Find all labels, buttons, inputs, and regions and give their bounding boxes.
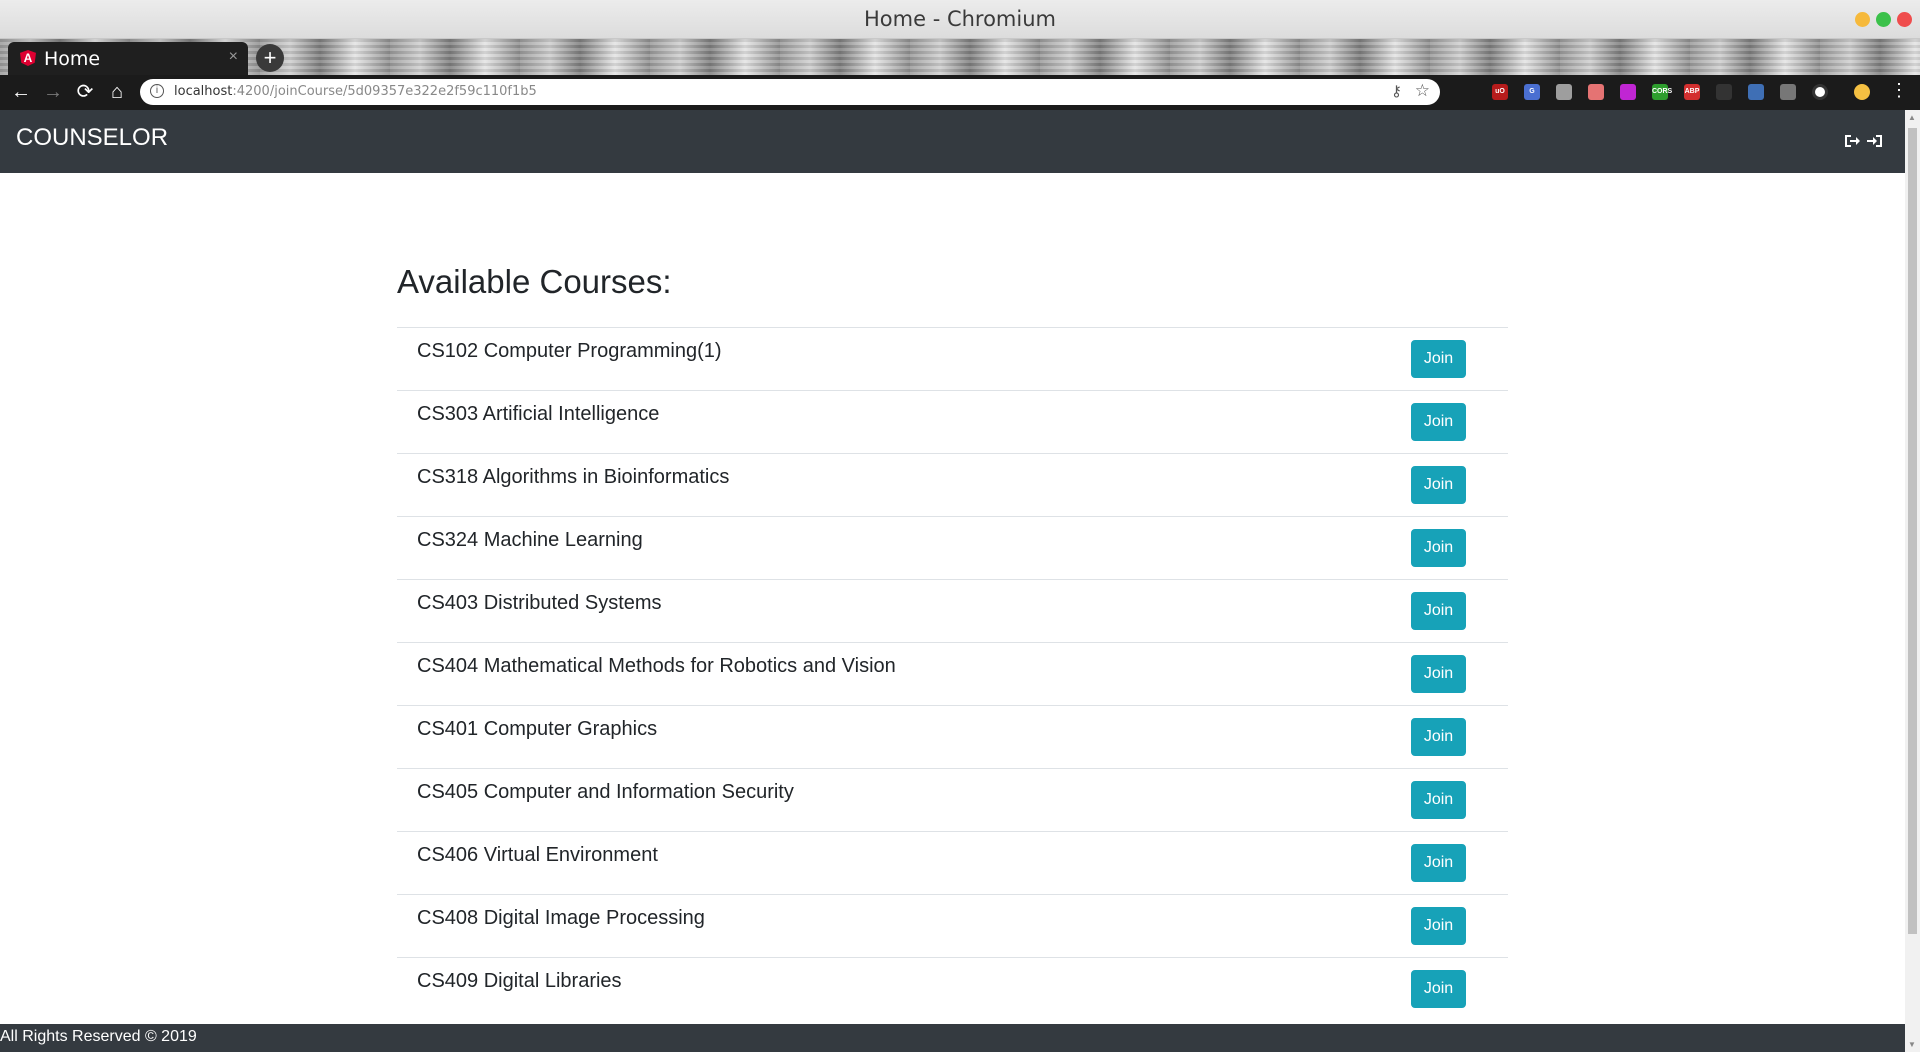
page-viewport: COUNSELOR Available Courses: CS102 Compu…	[0, 110, 1905, 1052]
download-extension-icon[interactable]	[1780, 84, 1796, 100]
join-course-button[interactable]: Join	[1411, 970, 1466, 1008]
course-name: CS403 Distributed Systems	[417, 592, 662, 614]
plus-extension-icon[interactable]	[1748, 84, 1764, 100]
join-course-button[interactable]: Join	[1411, 844, 1466, 882]
page-scrollbar[interactable]: ▲ ▼	[1905, 110, 1920, 1052]
translate-extension-icon[interactable]: G	[1524, 84, 1540, 100]
chrome-extension-icon[interactable]	[1812, 84, 1828, 100]
reload-button[interactable]: ⟳	[72, 79, 98, 105]
scroll-down-arrow-icon[interactable]: ▼	[1908, 1040, 1916, 1049]
close-window-button[interactable]	[1897, 12, 1912, 27]
join-course-button[interactable]: Join	[1411, 655, 1466, 693]
address-bar[interactable]: i localhost:4200/joinCourse/5d09357e322e…	[140, 79, 1440, 105]
home-button[interactable]: ⌂	[104, 79, 130, 105]
course-row: CS408 Digital Image Processing Join	[397, 894, 1508, 957]
course-row: CS303 Artificial Intelligence Join	[397, 390, 1508, 453]
sign-out-icon[interactable]	[1843, 132, 1861, 150]
course-row: CS318 Algorithms in Bioinformatics Join	[397, 453, 1508, 516]
site-info-icon[interactable]: i	[150, 84, 164, 98]
course-row: CS401 Computer Graphics Join	[397, 705, 1508, 768]
ublock-extension-icon[interactable]: uO	[1492, 84, 1508, 100]
tab-label: Home	[44, 48, 101, 70]
address-host: localhost	[174, 84, 233, 99]
course-row: CS403 Distributed Systems Join	[397, 579, 1508, 642]
course-name: CS401 Computer Graphics	[417, 718, 658, 740]
palette-extension-icon[interactable]	[1620, 84, 1636, 100]
profile-avatar-icon[interactable]	[1854, 84, 1870, 100]
feather-extension-icon[interactable]	[1716, 84, 1732, 100]
course-list: CS102 Computer Programming(1) Join CS303 A…	[397, 327, 1508, 1020]
notes-extension-icon[interactable]	[1556, 84, 1572, 100]
course-name: CS404 Mathematical Methods for Robotics …	[417, 655, 896, 677]
maximize-window-button[interactable]	[1876, 12, 1891, 27]
tab-close-icon[interactable]: ×	[229, 48, 238, 66]
browser-toolbar: ← → ⟳ ⌂ i localhost:4200/joinCourse/5d09…	[0, 75, 1920, 110]
course-name: CS406 Virtual Environment	[417, 844, 658, 866]
join-course-button[interactable]: Join	[1411, 592, 1466, 630]
join-course-button[interactable]: Join	[1411, 529, 1466, 567]
browser-menu-icon[interactable]: ⋮	[1890, 80, 1908, 101]
app-navbar: COUNSELOR	[0, 110, 1905, 173]
course-name: CS318 Algorithms in Bioinformatics	[417, 466, 730, 488]
tab-strip: A Home × +	[0, 39, 1920, 75]
course-row: CS102 Computer Programming(1) Join	[397, 327, 1508, 390]
course-row: CS405 Computer and Information Security J…	[397, 768, 1508, 831]
join-course-button[interactable]: Join	[1411, 781, 1466, 819]
back-button[interactable]: ←	[8, 79, 34, 105]
footer-copyright: All Rights Reserved © 2019	[0, 1028, 197, 1045]
course-name: CS303 Artificial Intelligence	[417, 403, 660, 425]
brand-logo[interactable]: COUNSELOR	[16, 124, 168, 152]
key-icon[interactable]: ⚷	[1391, 82, 1402, 100]
course-name: CS409 Digital Libraries	[417, 970, 622, 992]
window-title: Home - Chromium	[864, 7, 1056, 31]
page-footer: All Rights Reserved © 2019	[0, 1024, 1905, 1052]
course-row: CS406 Virtual Environment Join	[397, 831, 1508, 894]
forward-button[interactable]: →	[40, 79, 66, 105]
bookmark-star-icon[interactable]: ☆	[1415, 81, 1430, 101]
new-tab-button[interactable]: +	[256, 44, 284, 72]
angular-icon: A	[20, 50, 36, 66]
course-name: CS102 Computer Programming(1)	[417, 340, 722, 362]
cors-extension-icon[interactable]: CORS	[1652, 84, 1672, 100]
course-row: CS324 Machine Learning Join	[397, 516, 1508, 579]
pen-extension-icon[interactable]	[1588, 84, 1604, 100]
course-name: CS405 Computer and Information Security	[417, 781, 794, 803]
sign-in-icon[interactable]	[1866, 132, 1884, 150]
scroll-up-arrow-icon[interactable]: ▲	[1908, 113, 1916, 122]
join-course-button[interactable]: Join	[1411, 907, 1466, 945]
scrollbar-thumb[interactable]	[1908, 128, 1917, 934]
course-row: CS409 Digital Libraries Join	[397, 957, 1508, 1020]
join-course-button[interactable]: Join	[1411, 340, 1466, 378]
tab-home[interactable]: A Home ×	[8, 42, 248, 75]
address-url[interactable]: localhost:4200/joinCourse/5d09357e322e2f…	[174, 84, 537, 99]
course-row: CS404 Mathematical Methods for Robotics …	[397, 642, 1508, 705]
window-title-bar: Home - Chromium	[0, 0, 1920, 39]
join-course-button[interactable]: Join	[1411, 718, 1466, 756]
adblock-extension-icon[interactable]: ABP	[1684, 84, 1700, 100]
join-course-button[interactable]: Join	[1411, 403, 1466, 441]
course-name: CS324 Machine Learning	[417, 529, 643, 551]
course-name: CS408 Digital Image Processing	[417, 907, 705, 929]
minimize-window-button[interactable]	[1855, 12, 1870, 27]
page-title: Available Courses:	[397, 263, 672, 300]
address-path: :4200/joinCourse/5d09357e322e2f59c110f1b…	[232, 84, 537, 99]
join-course-button[interactable]: Join	[1411, 466, 1466, 504]
